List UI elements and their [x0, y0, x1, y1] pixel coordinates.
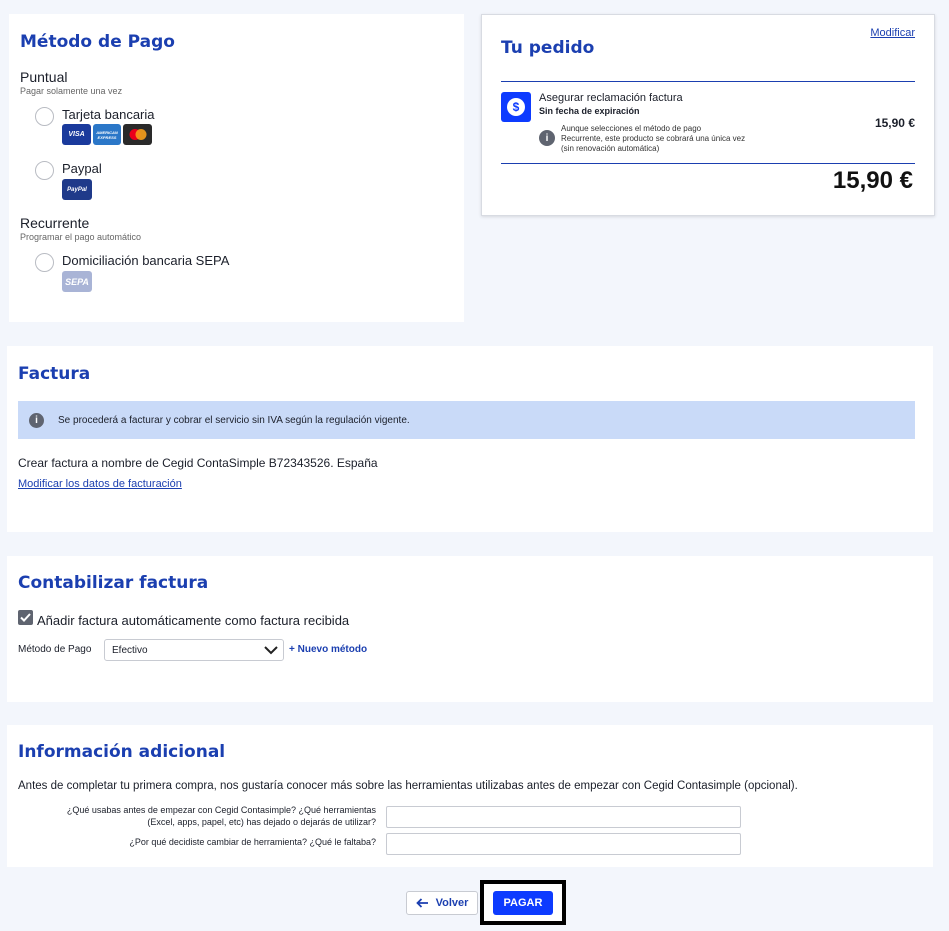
- dollar-icon: $: [507, 98, 525, 116]
- question-2-input[interactable]: [386, 833, 741, 855]
- paypal-label[interactable]: Paypal: [62, 161, 102, 176]
- order-note-line2: Recurrente, este producto se cobrará una…: [561, 134, 746, 143]
- item-name: Asegurar reclamación factura: [539, 92, 683, 104]
- order-note: Aunque selecciones el método de pago Rec…: [561, 124, 745, 154]
- new-method-link[interactable]: + Nuevo método: [289, 644, 367, 655]
- puntual-label: Puntual: [20, 69, 68, 85]
- invoice-info-banner: i Se procederá a facturar y cobrar el se…: [18, 401, 915, 439]
- visa-logo: VISA: [62, 124, 91, 145]
- payment-method-select[interactable]: Efectivo: [104, 639, 284, 661]
- sepa-label[interactable]: Domiciliación bancaria SEPA: [62, 253, 229, 268]
- item-expiry: Sin fecha de expiración: [539, 106, 640, 116]
- order-note-line3: (sin renovación automática): [561, 144, 660, 153]
- question-1-line1: ¿Qué usabas antes de empezar con Cegid C…: [66, 805, 376, 815]
- order-divider-top: [501, 81, 915, 82]
- order-modify-link[interactable]: Modificar: [870, 27, 915, 39]
- paypal-logo: PayPal: [62, 179, 92, 200]
- invoice-modify-link[interactable]: Modificar los datos de facturación: [18, 478, 182, 490]
- card-label[interactable]: Tarjeta bancaria: [62, 107, 155, 122]
- payment-method-card: Método de Pago Puntual Pagar solamente u…: [9, 14, 464, 322]
- payment-method-title: Método de Pago: [20, 32, 175, 52]
- product-icon: $: [501, 92, 531, 122]
- arrow-left-icon: [415, 898, 428, 908]
- amex-logo: AMERICAN EXPRESS: [93, 124, 121, 145]
- order-total: 15,90 €: [832, 167, 913, 194]
- accounting-title: Contabilizar factura: [18, 573, 209, 593]
- chevron-down-icon: [264, 646, 278, 655]
- pay-button[interactable]: PAGAR: [493, 891, 553, 915]
- payment-method-select-label: Método de Pago: [18, 644, 92, 655]
- puntual-sublabel: Pagar solamente una vez: [20, 86, 123, 96]
- mastercard-logo: [123, 124, 152, 145]
- order-title: Tu pedido: [501, 38, 595, 58]
- order-note-line1: Aunque selecciones el método de pago: [561, 124, 702, 133]
- invoice-recipient: Crear factura a nombre de Cegid ContaSim…: [18, 456, 378, 470]
- recurrente-sublabel: Programar el pago automático: [20, 232, 142, 242]
- info-icon: i: [539, 130, 555, 146]
- question-1-input[interactable]: [386, 806, 741, 828]
- question-1-label: ¿Qué usabas antes de empezar con Cegid C…: [67, 804, 376, 828]
- question-1-line2: (Excel, apps, papel, etc) has dejado o d…: [147, 817, 376, 827]
- back-button[interactable]: Volver: [406, 891, 478, 915]
- additional-info-card: Información adicional Antes de completar…: [7, 725, 933, 867]
- check-icon: [20, 613, 31, 622]
- additional-info-intro: Antes de completar tu primera compra, no…: [18, 780, 798, 792]
- additional-info-title: Información adicional: [18, 742, 226, 762]
- invoice-info-text: Se procederá a facturar y cobrar el serv…: [58, 414, 410, 426]
- sepa-logo: SEPA: [62, 271, 92, 292]
- order-summary-card: Tu pedido Modificar $ Asegurar reclamaci…: [481, 14, 935, 216]
- info-icon: i: [29, 412, 44, 428]
- order-divider-bottom: [501, 163, 915, 164]
- payment-method-select-value: Efectivo: [112, 645, 148, 656]
- question-2-label: ¿Por qué decidiste cambiar de herramient…: [129, 837, 376, 847]
- invoice-title: Factura: [18, 364, 91, 384]
- back-button-label: Volver: [435, 897, 469, 909]
- mastercard-icon: [129, 129, 146, 140]
- auto-invoice-label[interactable]: Añadir factura automáticamente como fact…: [37, 613, 349, 628]
- item-price: 15,90 €: [874, 116, 915, 130]
- paypal-radio[interactable]: [35, 161, 54, 180]
- sepa-radio[interactable]: [35, 253, 54, 272]
- recurrente-label: Recurrente: [20, 215, 90, 231]
- card-radio[interactable]: [35, 107, 54, 126]
- invoice-card: Factura i Se procederá a facturar y cobr…: [7, 346, 933, 532]
- auto-invoice-checkbox[interactable]: [18, 610, 33, 625]
- accounting-card: Contabilizar factura Añadir factura auto…: [7, 556, 933, 702]
